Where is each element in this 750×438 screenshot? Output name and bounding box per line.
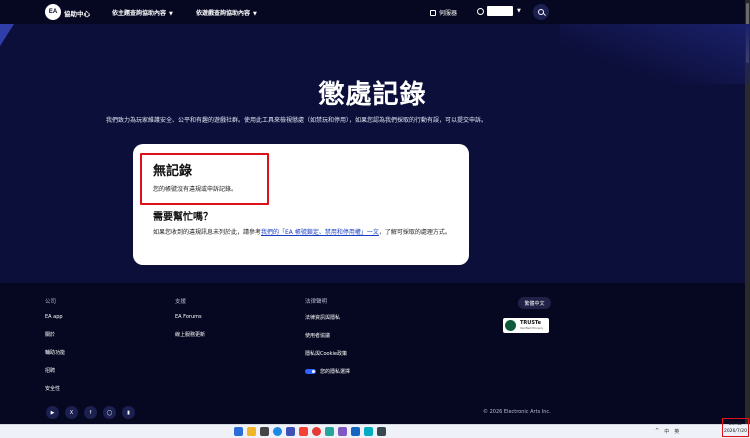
footer-heading: 公司 (45, 299, 57, 305)
taskbar-clock[interactable]: 23:42 2026/7/20 (722, 418, 749, 437)
no-records-note: 您的帳號沒有違規或申訴記錄。 (153, 186, 238, 193)
footer (0, 283, 745, 424)
globe-icon (477, 7, 484, 15)
app-icon[interactable] (299, 427, 308, 436)
footer-col-support: 支援 EA Forums 線上服務更新 (175, 297, 205, 349)
footer-link[interactable]: 線上服務更新 (175, 331, 205, 338)
steam-icon[interactable] (377, 427, 386, 436)
search-icon (538, 9, 544, 15)
hero-decoration (0, 24, 14, 46)
chevron-down-icon: ▼ (169, 11, 173, 17)
footer-col-legal: 法律聲明 法律資訊與隱私 使用者協議 隱私與Cookie政策 您的隱私選擇 (305, 297, 350, 386)
chevron-down-icon: ▼ (517, 8, 521, 14)
truste-sub: Verified Privacy (520, 326, 544, 330)
footer-link[interactable]: EA Forums (175, 314, 205, 320)
help-center-brand[interactable]: 協助中心 (64, 8, 90, 18)
nav-by-topic-label: 依主題查詢協助內容 (112, 10, 167, 17)
footer-language-button[interactable]: 繁體中文 (518, 297, 551, 309)
help-text-after: ，了解可採取的處理方式。 (378, 229, 451, 236)
footer-link[interactable]: EA app (45, 314, 65, 320)
windows-start-icon[interactable] (234, 427, 243, 436)
file-explorer-icon[interactable] (247, 427, 256, 436)
privacy-choices-link[interactable]: 您的隱私選擇 (305, 368, 350, 375)
top-nav-bar: EA 協助中心 依主題查詢協助內容 ▼ 依遊戲查詢協助內容 ▼ 伺服器 ▼ (0, 0, 750, 24)
app-icon[interactable] (260, 427, 269, 436)
twitch-icon[interactable]: ▮ (122, 406, 135, 419)
footer-link[interactable]: 招聘 (45, 367, 65, 374)
social-links: ▶ X f ◯ ▮ (46, 406, 135, 419)
privacy-choices-label: 您的隱私選擇 (320, 369, 351, 375)
search-button[interactable] (533, 4, 549, 20)
youtube-icon[interactable]: ▶ (46, 406, 59, 419)
page-title: 懲處記錄 (318, 80, 427, 110)
tray-chevron-icon[interactable]: ^ (655, 428, 659, 435)
instagram-icon[interactable]: ◯ (103, 406, 116, 419)
no-records-title: 無記錄 (153, 164, 193, 179)
help-article-link[interactable]: 我們的「EA 帳號鎖定、禁用和停用權」一文 (261, 229, 379, 236)
nav-by-game-label: 依遊戲查詢協助內容 (196, 10, 251, 17)
footer-link[interactable]: 關於 (45, 331, 65, 338)
ea-logo[interactable]: EA (45, 4, 61, 20)
footer-col-company: 公司 EA app 關於 輔助功能 招聘 安全性 (45, 297, 65, 403)
help-text: 如果您收到的違規訊息未列於此，請參考我們的「EA 帳號鎖定、禁用和停用權」一文，… (153, 227, 455, 238)
page-subtitle: 我們致力為玩家維護安全、公平和有趣的遊戲社群。使用此工具來檢視懲處（如禁玩和停用… (105, 117, 487, 124)
servers-label: 伺服器 (439, 10, 458, 17)
app-icon[interactable] (364, 427, 373, 436)
os-taskbar: ^ 中 英 (0, 424, 750, 438)
taskbar-apps (234, 427, 386, 436)
footer-heading: 支援 (175, 299, 187, 305)
tray-ime-mode[interactable]: 英 (674, 428, 679, 435)
edge-icon[interactable] (273, 427, 282, 436)
tray-ime[interactable]: 中 (664, 428, 669, 435)
footer-link[interactable]: 安全性 (45, 385, 65, 392)
servers-link[interactable]: 伺服器 (430, 8, 457, 17)
x-icon[interactable]: X (65, 406, 78, 419)
facebook-icon[interactable]: f (84, 406, 97, 419)
app-icon[interactable] (325, 427, 334, 436)
copyright: © 2026 Electronic Arts Inc. (483, 409, 551, 415)
clock-date: 2026/7/20 (723, 429, 748, 434)
app-icon[interactable] (351, 427, 360, 436)
help-title: 需要幫忙嗎？ (153, 212, 213, 223)
truste-logo-icon (505, 320, 516, 331)
footer-heading: 法律聲明 (305, 299, 328, 305)
privacy-toggle-icon (305, 369, 316, 374)
help-text-before: 如果您收到的違規訊息未列於此，請參考 (153, 229, 262, 236)
nav-by-topic[interactable]: 依主題查詢協助內容 ▼ (112, 8, 173, 17)
app-icon[interactable] (338, 427, 347, 436)
footer-link[interactable]: 使用者協議 (305, 332, 350, 339)
chevron-down-icon: ▼ (253, 11, 257, 17)
truste-badge[interactable]: TRUSTe Verified Privacy (503, 318, 549, 333)
footer-link[interactable]: 法律資訊與隱私 (305, 314, 350, 321)
footer-link[interactable]: 輔助功能 (45, 349, 65, 356)
server-icon (430, 10, 436, 16)
clock-time: 23:42 (729, 422, 742, 427)
language-selector[interactable]: ▼ (477, 6, 521, 16)
system-tray: ^ 中 英 (655, 428, 679, 435)
language-value (487, 6, 513, 16)
nav-by-game[interactable]: 依遊戲查詢協助內容 ▼ (196, 8, 257, 17)
store-icon[interactable] (286, 427, 295, 436)
chrome-icon[interactable] (312, 427, 321, 436)
footer-link[interactable]: 隱私與Cookie政策 (305, 350, 350, 357)
